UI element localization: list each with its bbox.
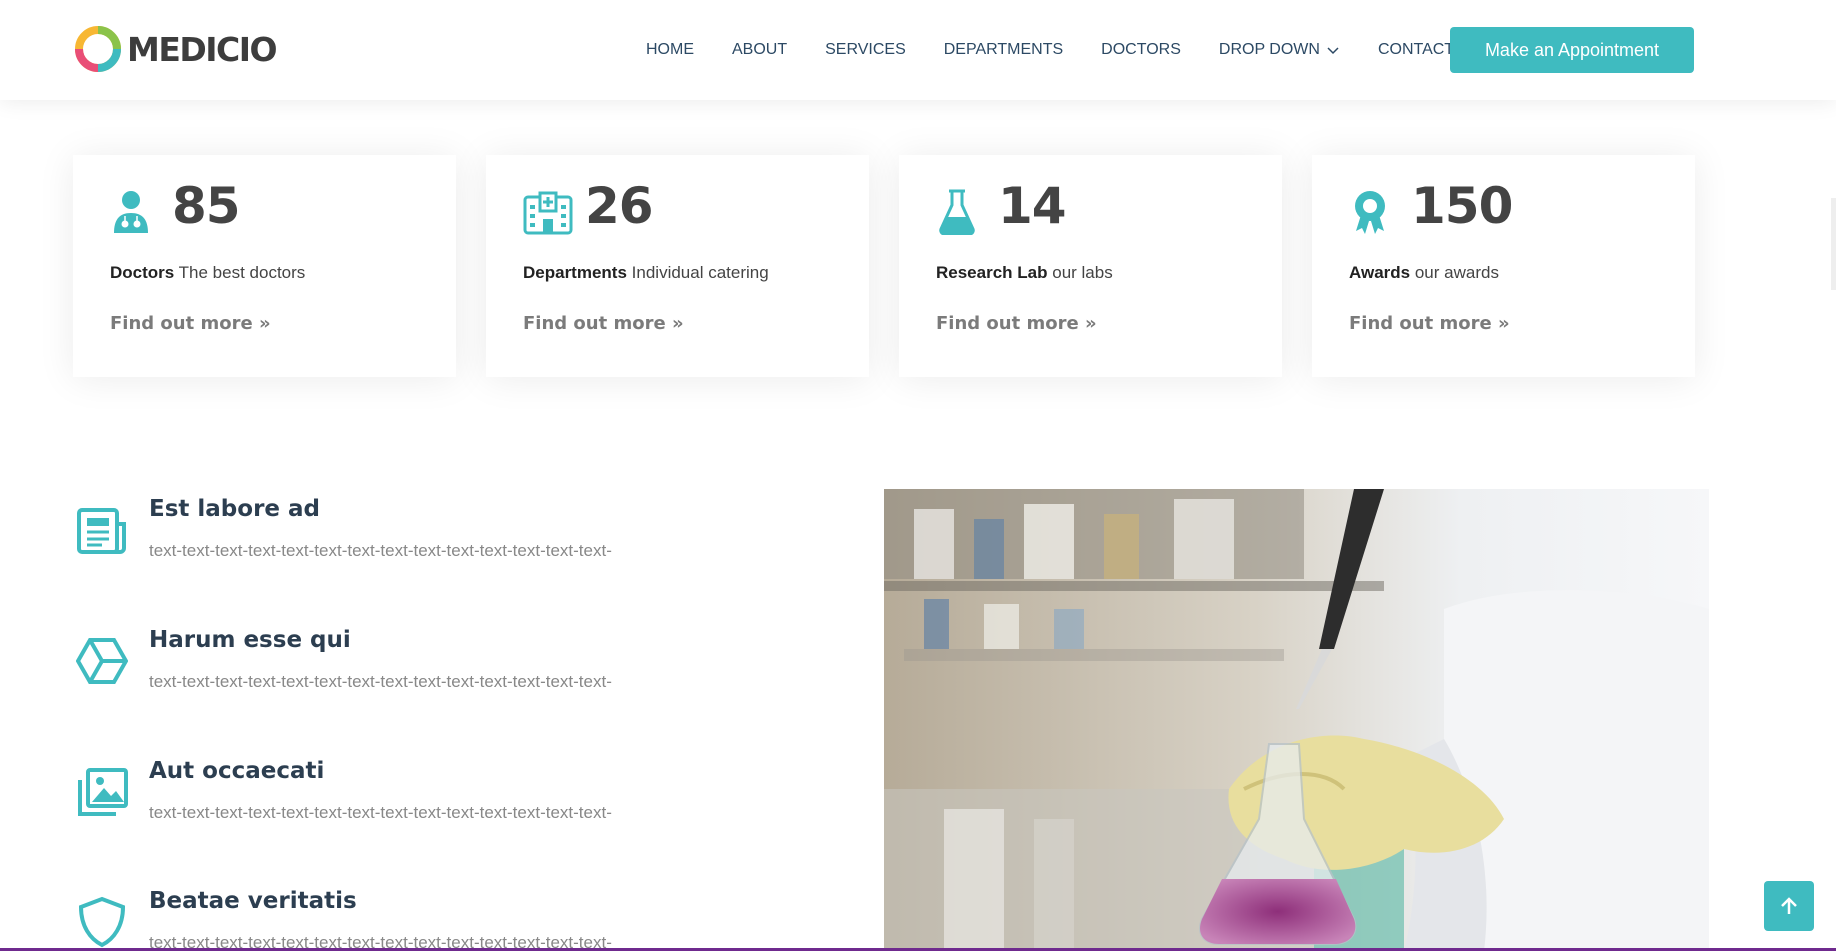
- feature-title: Aut occaecati: [149, 758, 325, 784]
- feature-item: Beatae veritatis text-text-text-text-tex…: [76, 888, 856, 951]
- newspaper-icon: [76, 504, 128, 556]
- stat-description: Awards our awards: [1349, 263, 1499, 283]
- stat-title: Awards: [1349, 263, 1411, 282]
- stat-text: The best doctors: [178, 263, 306, 282]
- flask-icon: [936, 189, 978, 236]
- stat-text: our labs: [1052, 263, 1113, 282]
- nav-doctors[interactable]: DOCTORS: [1101, 41, 1181, 59]
- nav-services[interactable]: SERVICES: [825, 41, 906, 59]
- stat-description: Departments Individual catering: [523, 263, 769, 283]
- logo[interactable]: MEDICIO: [73, 24, 278, 74]
- feature-item: Est labore ad text-text-text-text-text-t…: [76, 496, 856, 606]
- logo-ring-icon: [75, 26, 121, 72]
- stat-number: 26: [585, 177, 654, 235]
- find-out-more-link[interactable]: Find out more »: [936, 313, 1097, 334]
- feature-item: Aut occaecati text-text-text-text-text-t…: [76, 758, 856, 868]
- nav-home[interactable]: HOME: [646, 41, 694, 59]
- lab-photo: [884, 489, 1709, 951]
- award-icon: [1349, 189, 1391, 235]
- stat-card-research-lab: 14 Research Lab our labs Find out more »: [899, 155, 1282, 377]
- feature-title: Est labore ad: [149, 496, 321, 522]
- stat-card-departments: 26 Departments Individual catering Find …: [486, 155, 869, 377]
- feature-item: Harum esse qui text-text-text-text-text-…: [75, 627, 856, 737]
- arrow-up-icon: [1781, 897, 1797, 914]
- stat-title: Research Lab: [936, 263, 1048, 282]
- chevron-down-icon: [1327, 47, 1339, 55]
- back-to-top-button[interactable]: [1764, 881, 1814, 931]
- stat-number: 85: [172, 177, 241, 235]
- stat-number: 150: [1411, 177, 1513, 235]
- hospital-icon: [523, 189, 573, 235]
- brand-name: MEDICIO: [127, 29, 278, 69]
- feature-text: text-text-text-text-text-text-text-text-…: [149, 803, 612, 822]
- scrollbar-edge: [1831, 198, 1836, 290]
- stat-text: our awards: [1414, 263, 1499, 282]
- make-appointment-button[interactable]: Make an Appointment: [1450, 27, 1694, 73]
- stat-card-doctors: 85 Doctors The best doctors Find out mor…: [73, 155, 456, 377]
- find-out-more-link[interactable]: Find out more »: [523, 313, 684, 334]
- main-nav: HOME ABOUT SERVICES DEPARTMENTS DOCTORS …: [646, 0, 1492, 100]
- doctor-icon: [110, 189, 152, 235]
- nav-departments[interactable]: DEPARTMENTS: [944, 41, 1063, 59]
- stat-title: Doctors: [110, 263, 175, 282]
- shield-icon: [76, 896, 128, 948]
- nav-about[interactable]: ABOUT: [732, 41, 787, 59]
- nav-contact[interactable]: CONTACT: [1378, 41, 1454, 59]
- feature-title: Harum esse qui: [149, 627, 351, 653]
- stat-description: Doctors The best doctors: [110, 263, 305, 283]
- stat-text: Individual catering: [631, 263, 769, 282]
- stat-number: 14: [998, 177, 1067, 235]
- stat-description: Research Lab our labs: [936, 263, 1113, 283]
- images-icon: [76, 766, 128, 818]
- stat-card-awards: 150 Awards our awards Find out more »: [1312, 155, 1695, 377]
- find-out-more-link[interactable]: Find out more »: [1349, 313, 1510, 334]
- site-header: MEDICIO HOME ABOUT SERVICES DEPARTMENTS …: [0, 0, 1836, 100]
- feature-title: Beatae veritatis: [149, 888, 357, 914]
- nav-dropdown-label: DROP DOWN: [1218, 41, 1320, 58]
- feature-text: text-text-text-text-text-text-text-text-…: [149, 541, 612, 560]
- stat-title: Departments: [523, 263, 627, 282]
- find-out-more-link[interactable]: Find out more »: [110, 313, 271, 334]
- feature-text: text-text-text-text-text-text-text-text-…: [149, 672, 612, 691]
- box-icon: [75, 635, 129, 687]
- nav-dropdown[interactable]: DROP DOWN: [1219, 41, 1340, 59]
